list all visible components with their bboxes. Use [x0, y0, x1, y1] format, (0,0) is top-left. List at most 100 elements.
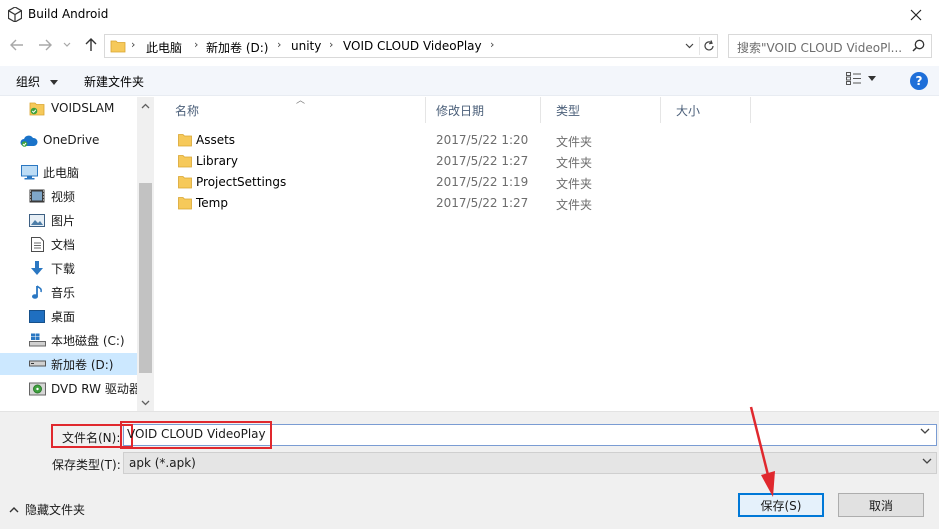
chevron-up-icon — [141, 103, 150, 108]
column-header-label: 名称 — [175, 103, 200, 118]
file-row[interactable]: Library 2017/5/22 1:27 文件夹 — [160, 151, 700, 172]
sidebar-item-onedrive[interactable]: OneDrive — [20, 129, 154, 151]
video-icon — [28, 188, 46, 204]
sidebar-item-voidslam[interactable]: VOIDSLAM — [28, 97, 154, 119]
file-row[interactable]: Assets 2017/5/22 1:20 文件夹 — [160, 130, 700, 151]
sidebar-item-label: DVD RW 驱动器 — [51, 381, 141, 396]
file-type: 文件夹 — [556, 177, 593, 191]
cancel-button[interactable]: 取消 — [838, 493, 924, 517]
sidebar-item-music[interactable]: 音乐 — [28, 281, 154, 303]
breadcrumb-separator-icon[interactable]: › — [277, 38, 281, 51]
recent-locations-button[interactable] — [61, 36, 73, 54]
new-folder-button[interactable]: 新建文件夹 — [84, 73, 144, 90]
scroll-down-button[interactable] — [137, 394, 154, 411]
music-icon — [28, 284, 46, 300]
up-button[interactable] — [82, 36, 100, 54]
file-modified: 2017/5/22 1:20 — [436, 133, 529, 147]
file-name: Library — [196, 154, 238, 168]
file-row[interactable]: ProjectSettings 2017/5/22 1:19 文件夹 — [160, 172, 700, 193]
column-header-label: 类型 — [556, 103, 581, 118]
sidebar-item-label: 本地磁盘 (C:) — [51, 333, 125, 348]
drive-icon — [28, 332, 46, 348]
organize-label: 组织 — [16, 75, 41, 89]
sidebar-item-desktop[interactable]: 桌面 — [28, 305, 154, 327]
column-header-label: 大小 — [676, 103, 701, 118]
navigation-scrollbar[interactable] — [137, 97, 154, 411]
sidebar-item-downloads[interactable]: 下载 — [28, 257, 154, 279]
sidebar-item-this-pc[interactable]: 此电脑 — [20, 161, 154, 183]
sidebar-item-drive-c[interactable]: 本地磁盘 (C:) — [28, 329, 154, 351]
hide-folders-toggle[interactable]: 隐藏文件夹 — [9, 501, 85, 518]
sidebar-item-drive-d[interactable]: 新加卷 (D:) — [0, 353, 137, 375]
column-header-modified[interactable]: 修改日期 — [421, 97, 541, 123]
file-type: 文件夹 — [556, 156, 593, 170]
window-title: Build Android — [28, 7, 109, 21]
breadcrumb-separator-icon[interactable]: › — [194, 38, 198, 51]
organize-menu[interactable]: 组织 — [16, 73, 58, 90]
sidebar-item-label: 文档 — [51, 237, 76, 252]
desktop-icon — [28, 308, 46, 324]
refresh-button[interactable] — [699, 37, 717, 55]
filename-label: 文件名(N): — [62, 431, 121, 445]
column-header-size[interactable]: 大小 — [661, 97, 751, 123]
sidebar-item-label: VOIDSLAM — [51, 101, 115, 115]
address-bar[interactable]: › 此电脑 › 新加卷 (D:) › unity › VOID CLOUD Vi… — [104, 34, 718, 58]
hide-folders-label: 隐藏文件夹 — [25, 503, 86, 517]
breadcrumb-drive-d[interactable]: 新加卷 (D:) — [206, 39, 268, 56]
file-modified: 2017/5/22 1:27 — [436, 154, 529, 168]
file-list: 名称 ︿ 修改日期 类型 大小 Assets 2017/5/22 1:20 文件… — [160, 96, 939, 411]
forward-button[interactable] — [36, 36, 54, 54]
document-icon — [28, 236, 46, 252]
address-history-button[interactable] — [681, 38, 697, 54]
filetype-label: 保存类型(T): — [52, 458, 121, 472]
refresh-icon — [703, 40, 714, 51]
navigation-row: › 此电脑 › 新加卷 (D:) › unity › VOID CLOUD Vi… — [0, 32, 939, 60]
column-header-label: 修改日期 — [436, 103, 485, 118]
arrow-left-icon — [10, 39, 23, 51]
change-view-button[interactable] — [846, 72, 876, 85]
sidebar-item-label: 音乐 — [51, 285, 76, 300]
scroll-thumb[interactable] — [139, 183, 152, 373]
sidebar-item-documents[interactable]: 文档 — [28, 233, 154, 255]
file-row[interactable]: Temp 2017/5/22 1:27 文件夹 — [160, 193, 700, 214]
back-button[interactable] — [8, 36, 26, 54]
file-type: 文件夹 — [556, 135, 593, 149]
breadcrumb-separator-icon[interactable]: › — [490, 38, 494, 51]
help-button[interactable]: ? — [910, 72, 928, 90]
question-mark-icon: ? — [915, 74, 923, 88]
details-view-icon — [846, 72, 861, 85]
chevron-down-icon — [63, 42, 71, 47]
sidebar-item-label: 图片 — [51, 213, 76, 228]
file-modified: 2017/5/22 1:19 — [436, 175, 529, 189]
chevron-down-icon[interactable] — [920, 428, 930, 435]
close-button[interactable] — [893, 0, 939, 30]
sidebar-item-videos[interactable]: 视频 — [28, 185, 154, 207]
cloud-icon — [20, 132, 38, 148]
breadcrumb-separator-icon[interactable]: › — [131, 38, 135, 51]
scroll-up-button[interactable] — [137, 97, 154, 114]
breadcrumb-separator-icon[interactable]: › — [329, 38, 333, 51]
column-header-name[interactable]: 名称 ︿ — [160, 96, 426, 123]
sidebar-item-label: 视频 — [51, 189, 76, 204]
breadcrumb-this-pc[interactable]: 此电脑 — [146, 39, 182, 56]
folder-icon — [178, 176, 192, 189]
arrow-up-icon — [85, 38, 97, 51]
picture-icon — [28, 212, 46, 228]
sidebar-item-pictures[interactable]: 图片 — [28, 209, 154, 231]
annotation-arrow-icon — [749, 406, 775, 497]
filename-value[interactable]: VOID CLOUD VideoPlay — [127, 427, 266, 441]
column-header-type[interactable]: 类型 — [541, 97, 661, 123]
sidebar-item-label: OneDrive — [43, 133, 100, 147]
search-input[interactable]: 搜索"VOID CLOUD VideoPl... — [728, 34, 932, 58]
close-icon — [910, 9, 922, 21]
command-bar: 组织 新建文件夹 ? — [0, 66, 939, 96]
breadcrumb-unity[interactable]: unity — [291, 39, 321, 53]
drive-icon — [28, 356, 46, 372]
breadcrumb-project[interactable]: VOID CLOUD VideoPlay — [343, 39, 482, 53]
chevron-down-icon — [685, 43, 693, 49]
filetype-select[interactable]: apk (*.apk) — [123, 452, 937, 474]
folder-icon — [178, 155, 192, 168]
sidebar-item-dvd-drive[interactable]: DVD RW 驱动器 — [28, 377, 154, 399]
title-bar: Build Android — [0, 0, 939, 30]
computer-icon — [20, 164, 38, 180]
